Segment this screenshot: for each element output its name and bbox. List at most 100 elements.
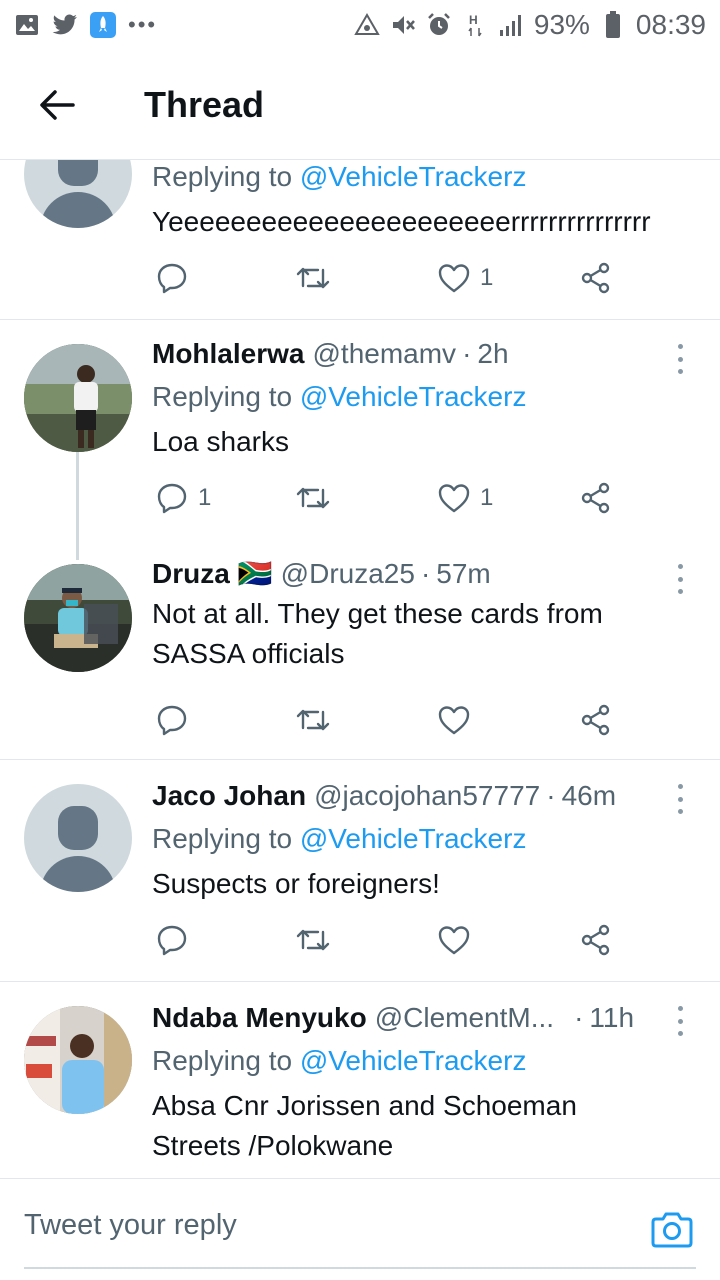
heart-icon: [438, 484, 470, 513]
timestamp[interactable]: 57m: [436, 556, 490, 592]
back-button[interactable]: [22, 70, 92, 140]
share-button[interactable]: [580, 704, 612, 736]
tweet-actions: 1 1: [156, 478, 626, 518]
heart-icon: [438, 264, 470, 293]
retweet-button[interactable]: [296, 926, 330, 954]
timestamp[interactable]: 2h: [477, 336, 508, 372]
rocket-app-icon: [90, 12, 116, 38]
like-count: 1: [480, 264, 494, 291]
reply-button[interactable]: [156, 262, 198, 294]
status-bar: ••• H 93% 08:39: [0, 0, 720, 50]
handle[interactable]: @jacojohan57777: [314, 778, 540, 814]
more-options-icon[interactable]: [674, 564, 686, 594]
replying-to: Replying to @VehicleTrackerz: [152, 823, 527, 854]
more-dots-icon: •••: [128, 12, 158, 37]
avatar[interactable]: [24, 784, 132, 892]
like-count: 1: [480, 484, 494, 511]
retweet-button[interactable]: [296, 264, 330, 292]
heart-icon: [438, 926, 470, 955]
tweet-text: Not at all. They get these cards from SA…: [152, 598, 603, 669]
reply-composer: [0, 1178, 720, 1280]
handle[interactable]: @Druza25: [281, 556, 415, 592]
reply-input[interactable]: [24, 1209, 584, 1242]
display-name[interactable]: Mohlalerwa: [152, 336, 304, 372]
reply-icon: [157, 483, 187, 514]
mention-link[interactable]: @VehicleTrackerz: [300, 1045, 527, 1076]
reply-icon: [157, 705, 187, 736]
retweet-icon: [296, 709, 330, 731]
gallery-icon: [14, 12, 40, 38]
camera-button[interactable]: [650, 1209, 694, 1253]
mention-link[interactable]: @VehicleTrackerz: [300, 381, 527, 412]
more-options-icon[interactable]: [674, 1006, 686, 1036]
signal-icon: [498, 12, 524, 38]
like-button[interactable]: [438, 925, 480, 955]
twitter-icon: [52, 12, 78, 38]
share-icon: [581, 262, 610, 294]
reply-button[interactable]: [156, 924, 198, 956]
more-options-icon[interactable]: [674, 344, 686, 374]
tweet-text: Loa sharks: [152, 426, 289, 457]
timestamp[interactable]: 46m: [562, 778, 616, 814]
tweet-actions: [156, 920, 626, 960]
like-button[interactable]: [438, 705, 480, 735]
flag-icon: 🇿🇦: [237, 558, 273, 589]
tweet-meta: Jaco Johan @jacojohan57777 · 46m: [152, 778, 680, 814]
thread-feed[interactable]: Replying to @VehicleTrackerz Yeeeeeeeeee…: [0, 160, 720, 1178]
avatar[interactable]: [24, 344, 132, 452]
timestamp[interactable]: 11h: [589, 1000, 634, 1036]
recycle-icon: [354, 12, 380, 38]
handle[interactable]: @themamv: [312, 336, 456, 372]
svg-text:H: H: [469, 13, 478, 27]
tweet-actions: [156, 700, 626, 740]
retweet-icon: [296, 487, 330, 509]
retweet-button[interactable]: [296, 706, 330, 734]
replying-to: Replying to @VehicleTrackerz: [152, 1045, 527, 1076]
avatar[interactable]: [24, 564, 132, 672]
share-button[interactable]: [580, 924, 612, 956]
tweet-actions: 1: [156, 258, 626, 298]
camera-icon: [651, 1212, 693, 1248]
like-button[interactable]: 1: [438, 483, 493, 513]
reply-button[interactable]: [156, 704, 198, 736]
battery-icon: [600, 11, 626, 38]
more-options-icon[interactable]: [674, 784, 686, 814]
tweet[interactable]: Replying to @VehicleTrackerz Yeeeeeeeeee…: [0, 160, 720, 320]
tweet[interactable]: Mohlalerwa @themamv · 2h Replying to @Ve…: [0, 320, 720, 552]
retweet-icon: [296, 267, 330, 289]
mention-link[interactable]: @VehicleTrackerz: [300, 823, 527, 854]
mention-link[interactable]: @VehicleTrackerz: [300, 161, 527, 192]
clock: 08:39: [635, 9, 706, 40]
heart-icon: [438, 706, 470, 735]
tweet-meta: Ndaba Menyuko @ClementM... · 11h: [152, 1000, 680, 1036]
retweet-icon: [296, 929, 330, 951]
replying-to: Replying to @VehicleTrackerz: [152, 381, 527, 412]
tweet-text: Absa Cnr Jorissen and Schoeman Streets /…: [152, 1090, 577, 1161]
share-icon: [581, 924, 610, 956]
avatar[interactable]: [24, 1006, 132, 1114]
tweet[interactable]: Druza 🇿🇦 @Druza25 · 57m Not at all. They…: [0, 552, 720, 760]
arrow-left-icon: [40, 89, 75, 120]
page-title: Thread: [144, 83, 265, 125]
display-name[interactable]: Ndaba Menyuko: [152, 1000, 367, 1036]
display-name[interactable]: Druza: [152, 556, 230, 592]
reply-button[interactable]: 1: [156, 482, 211, 514]
display-name[interactable]: Jaco Johan: [152, 778, 306, 814]
reply-count: 1: [198, 484, 212, 511]
tweet[interactable]: Jaco Johan @jacojohan57777 · 46m Replyin…: [0, 760, 720, 982]
handle[interactable]: @ClementM...: [375, 1000, 554, 1036]
tweet[interactable]: Ndaba Menyuko @ClementM... · 11h Replyin…: [0, 982, 720, 1178]
top-app-bar: Thread: [0, 50, 720, 160]
input-underline: [24, 1267, 696, 1269]
share-button[interactable]: [580, 262, 612, 294]
reply-icon: [157, 263, 187, 294]
retweet-button[interactable]: [296, 484, 330, 512]
share-button[interactable]: [580, 482, 612, 514]
network-h-icon: H: [462, 12, 488, 38]
share-icon: [581, 482, 610, 514]
avatar[interactable]: [24, 160, 132, 228]
like-button[interactable]: 1: [438, 263, 493, 293]
tweet-text: Suspects or foreigners!: [152, 868, 440, 899]
share-icon: [581, 704, 610, 736]
tweet-meta: Mohlalerwa @themamv · 2h: [152, 336, 680, 372]
